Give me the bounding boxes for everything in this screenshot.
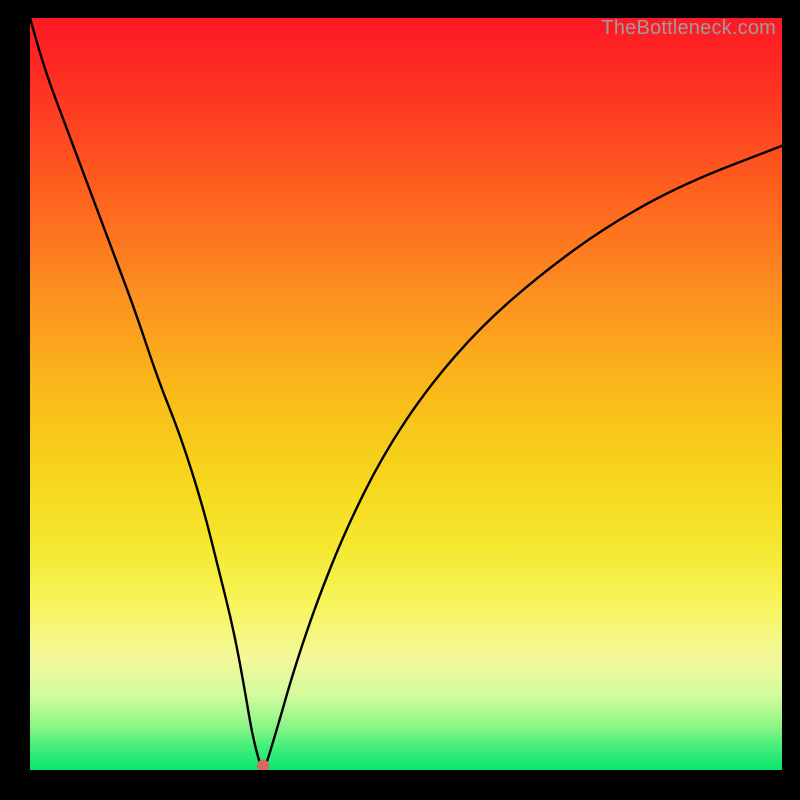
plot-area: TheBottleneck.com [30, 18, 782, 770]
curve-layer [30, 18, 782, 770]
chart-frame: TheBottleneck.com [0, 0, 800, 800]
bottleneck-curve [30, 18, 782, 768]
